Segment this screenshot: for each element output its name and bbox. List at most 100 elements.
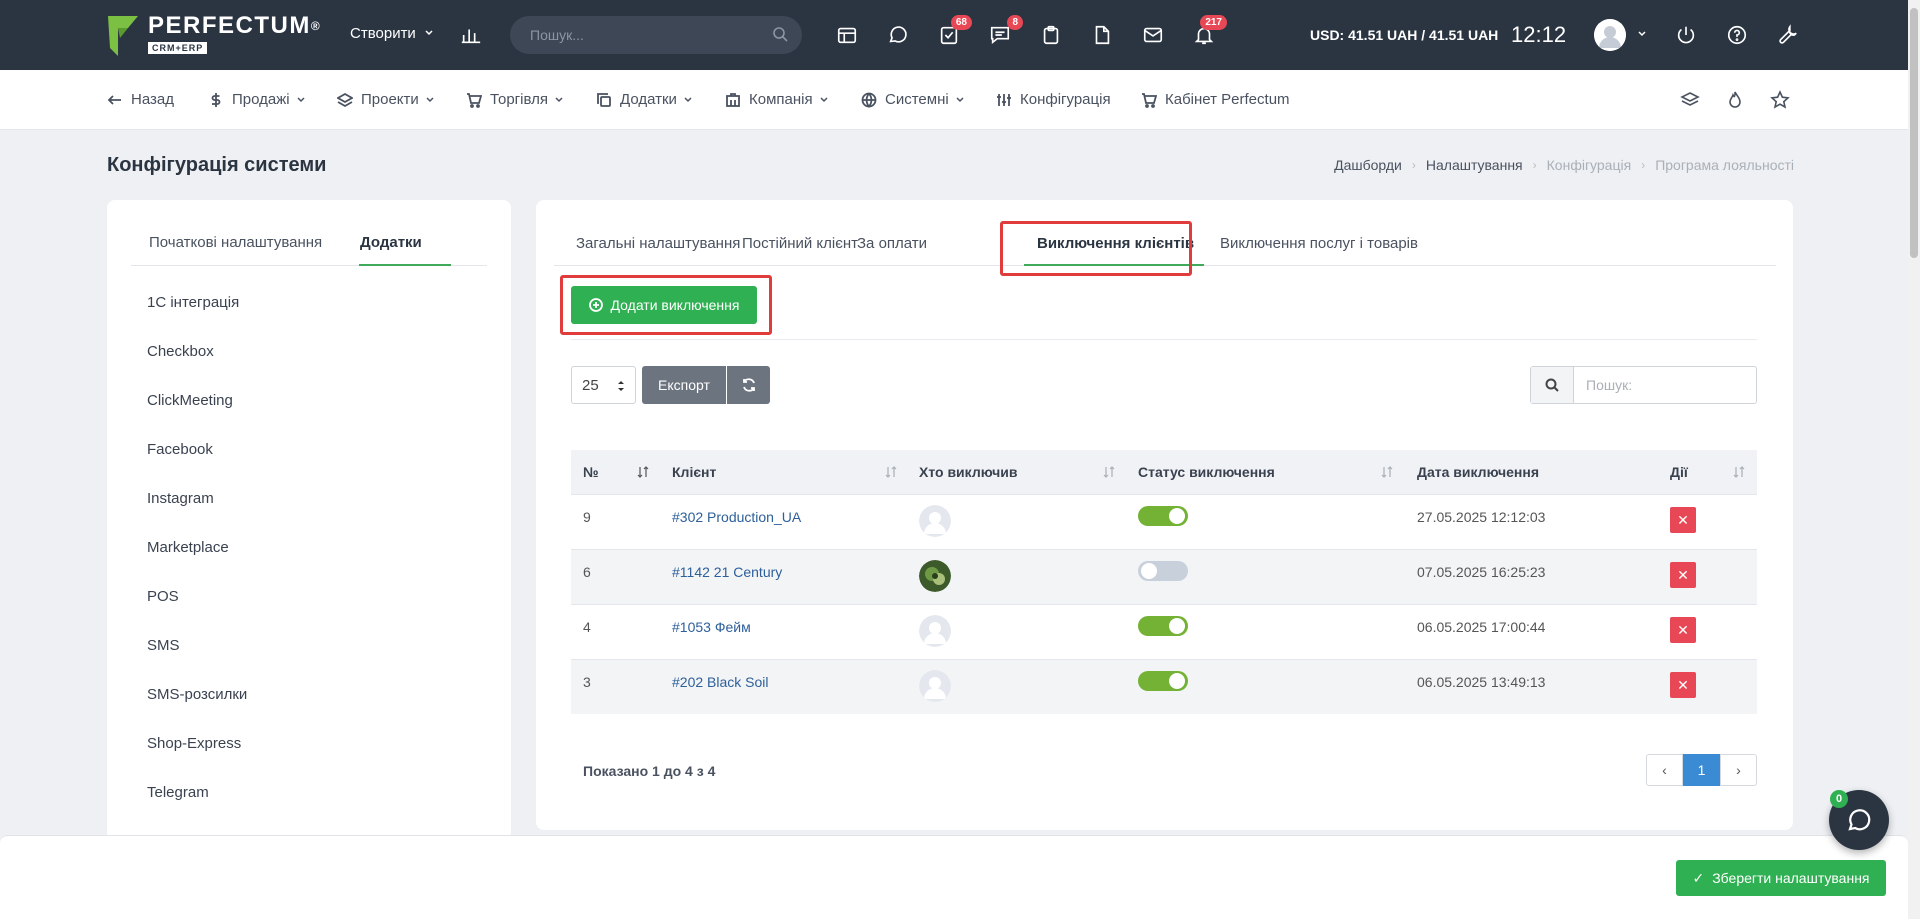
clipboard-icon[interactable] bbox=[1038, 22, 1064, 48]
chat-icon[interactable] bbox=[885, 22, 911, 48]
nav-trade[interactable]: Торгівля bbox=[466, 91, 564, 108]
nav-cabinet[interactable]: Кабінет Perfectum bbox=[1141, 91, 1290, 108]
col-excluded-by[interactable]: Хто виключив bbox=[919, 464, 1018, 480]
sort-icon[interactable] bbox=[1381, 466, 1393, 478]
logo[interactable]: PERFECTUM® CRM+ERP bbox=[106, 14, 321, 58]
tab-general[interactable]: Загальні налаштування bbox=[576, 235, 740, 252]
logo-subtitle: CRM+ERP bbox=[148, 42, 208, 54]
status-toggle[interactable] bbox=[1138, 671, 1188, 691]
document-icon[interactable] bbox=[1089, 22, 1115, 48]
close-icon: ✕ bbox=[1677, 621, 1689, 638]
sidebar-item-sms[interactable]: SMS bbox=[147, 637, 247, 686]
star-icon[interactable] bbox=[1770, 90, 1792, 112]
col-date[interactable]: Дата виключення bbox=[1417, 464, 1539, 480]
sort-icon[interactable] bbox=[885, 466, 897, 478]
export-button[interactable]: Експорт bbox=[642, 366, 726, 404]
sort-icon[interactable] bbox=[1733, 466, 1745, 478]
table-search bbox=[1530, 366, 1757, 404]
calendar-icon[interactable] bbox=[834, 22, 860, 48]
power-icon[interactable] bbox=[1673, 22, 1699, 48]
refresh-button[interactable] bbox=[727, 366, 770, 404]
row-client-link[interactable]: #202 Black Soil bbox=[672, 674, 769, 690]
nav-config[interactable]: Конфігурація bbox=[996, 91, 1111, 108]
excluded-by-avatar[interactable] bbox=[919, 505, 951, 537]
sidebar-item-telegram[interactable]: Telegram bbox=[147, 784, 247, 833]
col-actions: Дії bbox=[1670, 464, 1688, 480]
clock: 12:12 bbox=[1511, 22, 1567, 47]
row-client-link[interactable]: #302 Production_UA bbox=[672, 509, 801, 525]
table-search-input[interactable] bbox=[1574, 367, 1754, 403]
status-toggle[interactable] bbox=[1138, 561, 1188, 581]
prev-page-button[interactable]: ‹ bbox=[1646, 754, 1683, 786]
status-toggle[interactable] bbox=[1138, 506, 1188, 526]
nav-company[interactable]: Компанія bbox=[725, 91, 829, 108]
tab-regular-client[interactable]: Постійний клієнт bbox=[742, 235, 858, 252]
breadcrumb-config[interactable]: Конфігурація bbox=[1547, 157, 1632, 173]
analytics-icon[interactable] bbox=[458, 22, 484, 48]
fire-icon[interactable] bbox=[1725, 90, 1747, 112]
sidebar-item-marketplace[interactable]: Marketplace bbox=[147, 539, 247, 588]
sidebar-item-checkbox[interactable]: Checkbox bbox=[147, 343, 247, 392]
exclusions-table: № Клієнт Хто виключив Статус виключення … bbox=[571, 450, 1757, 714]
nav-back[interactable]: Назад bbox=[107, 91, 174, 108]
user-avatar[interactable] bbox=[1594, 19, 1626, 51]
nav-sales[interactable]: Продажі bbox=[208, 91, 306, 108]
sidebar-item-1c[interactable]: 1С інтеграція bbox=[147, 294, 247, 343]
scrollbar-thumb[interactable] bbox=[1910, 8, 1918, 258]
tab-product-exclusions[interactable]: Виключення послуг і товарів bbox=[1220, 235, 1418, 252]
sidebar-item-instagram[interactable]: Instagram bbox=[147, 490, 247, 539]
sidebar-item-shop-express[interactable]: Shop-Express bbox=[147, 735, 247, 784]
page-scrollbar[interactable] bbox=[1908, 0, 1920, 919]
breadcrumb-settings[interactable]: Налаштування bbox=[1426, 157, 1523, 173]
chevron-down-icon bbox=[555, 96, 563, 102]
status-toggle[interactable] bbox=[1138, 616, 1188, 636]
delete-button[interactable]: ✕ bbox=[1670, 672, 1696, 698]
chevron-down-icon bbox=[426, 96, 434, 102]
row-client-link[interactable]: #1142 21 Century bbox=[672, 564, 782, 580]
nav-addons[interactable]: Додатки bbox=[596, 91, 693, 108]
help-icon[interactable] bbox=[1724, 22, 1750, 48]
excluded-by-avatar[interactable] bbox=[919, 670, 951, 702]
close-icon: ✕ bbox=[1677, 566, 1689, 583]
col-client[interactable]: Клієнт bbox=[672, 464, 716, 480]
save-settings-button[interactable]: ✓ Зберегти налаштування bbox=[1676, 860, 1886, 896]
col-status[interactable]: Статус виключення bbox=[1138, 464, 1275, 480]
messages-icon[interactable]: 8 bbox=[987, 15, 1023, 48]
mail-icon[interactable] bbox=[1140, 22, 1166, 48]
col-num[interactable]: № bbox=[583, 464, 599, 480]
sidebar-item-clickmeeting[interactable]: ClickMeeting bbox=[147, 392, 247, 441]
excluded-by-avatar[interactable] bbox=[919, 560, 951, 592]
page-size-select[interactable]: 25 bbox=[571, 366, 636, 404]
delete-button[interactable]: ✕ bbox=[1670, 617, 1696, 643]
nav-system[interactable]: Системні bbox=[861, 91, 965, 108]
delete-button[interactable]: ✕ bbox=[1670, 562, 1696, 588]
sidebar-item-facebook[interactable]: Facebook bbox=[147, 441, 247, 490]
sort-icon[interactable] bbox=[1103, 466, 1115, 478]
nav-projects[interactable]: Проекти bbox=[336, 91, 435, 108]
sidebar-item-pos[interactable]: POS bbox=[147, 588, 247, 637]
arrow-left-icon bbox=[107, 92, 123, 108]
tasks-icon[interactable]: 68 bbox=[936, 15, 972, 48]
row-client-link[interactable]: #1053 Фейм bbox=[672, 619, 751, 635]
delete-button[interactable]: ✕ bbox=[1670, 507, 1696, 533]
global-search-input[interactable] bbox=[530, 27, 760, 43]
excluded-by-avatar[interactable] bbox=[919, 615, 951, 647]
chevron-down-icon[interactable] bbox=[1636, 28, 1648, 40]
chevron-right-icon: › bbox=[1411, 158, 1416, 172]
breadcrumb-dashboards[interactable]: Дашборди bbox=[1334, 157, 1402, 173]
layers-icon[interactable] bbox=[1680, 90, 1702, 112]
create-dropdown[interactable]: Створити bbox=[350, 25, 434, 42]
bell-icon[interactable]: 217 bbox=[1191, 15, 1227, 48]
chevron-down-icon bbox=[820, 96, 828, 102]
next-page-button[interactable]: › bbox=[1720, 754, 1757, 786]
tasks-badge: 68 bbox=[950, 15, 972, 30]
tab-initial-settings[interactable]: Початкові налаштування bbox=[149, 234, 322, 251]
global-search[interactable] bbox=[510, 16, 802, 54]
page-1-button[interactable]: 1 bbox=[1683, 754, 1720, 786]
wrench-icon[interactable] bbox=[1775, 22, 1801, 48]
sidebar-item-sms-mailing[interactable]: SMS-розсилки bbox=[147, 686, 247, 735]
tab-for-payments[interactable]: За оплати bbox=[857, 235, 927, 252]
chevron-right-icon: › bbox=[1641, 158, 1646, 172]
tab-addons[interactable]: Додатки bbox=[360, 234, 422, 251]
sort-icon[interactable] bbox=[637, 466, 649, 478]
